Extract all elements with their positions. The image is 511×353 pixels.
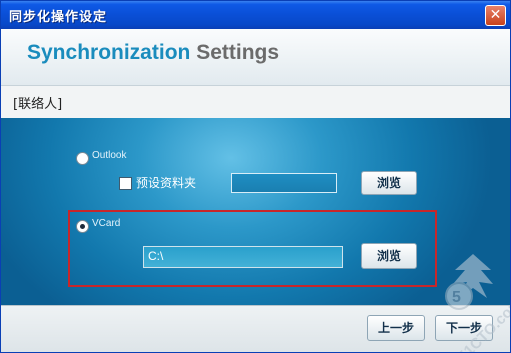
page-header: Synchronization Settings — [1, 29, 510, 85]
page-title-part1: Synchronization — [27, 41, 191, 64]
watermark-logo: 5 51CTO.com — [445, 254, 510, 352]
close-button[interactable]: ✕ — [485, 5, 506, 26]
outlook-radio[interactable] — [76, 152, 89, 165]
default-folder-checkbox[interactable] — [119, 177, 132, 190]
close-icon: ✕ — [489, 7, 502, 23]
breadcrumb: [联络人] — [1, 85, 510, 119]
outlook-browse-button[interactable]: 浏览 — [361, 171, 417, 195]
back-button-label: 上一步 — [377, 321, 414, 335]
default-folder-label: 预设资料夹 — [136, 176, 197, 190]
window-title: 同步化操作设定 — [9, 10, 108, 25]
vcard-highlight-box — [68, 210, 437, 287]
breadcrumb-label: [联络人] — [13, 97, 63, 112]
page-title-part2: Settings — [196, 41, 280, 64]
back-button[interactable]: 上一步 — [367, 315, 425, 341]
title-bar[interactable]: 同步化操作设定 ✕ — [1, 1, 510, 29]
outlook-browse-label: 浏览 — [376, 176, 401, 190]
svg-text:5: 5 — [452, 289, 461, 306]
outlook-path-input[interactable] — [231, 173, 337, 193]
page-title: Synchronization Settings — [27, 41, 279, 65]
outlook-label: Outlook — [92, 150, 127, 161]
sync-settings-window: 同步化操作设定 ✕ Synchronization Settings [联络人]… — [0, 0, 511, 353]
